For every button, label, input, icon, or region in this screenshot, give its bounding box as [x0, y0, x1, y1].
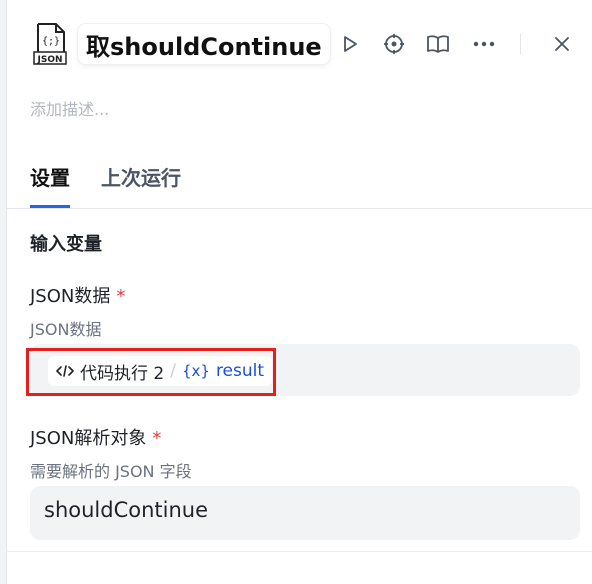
required-mark: *	[152, 428, 162, 449]
node-icon-label: JSON	[36, 55, 62, 65]
docs-button[interactable]	[424, 30, 452, 58]
svg-text:{;}: {;}	[42, 36, 60, 47]
section-divider	[6, 551, 592, 552]
book-open-icon	[427, 35, 449, 53]
reference-variable-name: result	[215, 361, 265, 381]
variable-reference-chip[interactable]: 代码执行 2 / {x} result	[48, 356, 273, 386]
json-parse-target-input[interactable]: shouldContinue	[30, 486, 580, 540]
tab-last-run[interactable]: 上次运行	[101, 162, 181, 208]
input-value: shouldContinue	[44, 498, 209, 522]
crosshair-icon	[384, 34, 404, 54]
required-mark: *	[116, 286, 126, 307]
json-data-label: JSON数据 *	[30, 282, 125, 308]
close-icon	[555, 37, 569, 51]
variable-icon: {x}	[181, 362, 210, 380]
field-label-text: JSON数据	[30, 286, 111, 307]
more-icon	[473, 41, 495, 47]
node-settings-panel: {;} JSON 取shouldContinue 添加描述... 设置 上次运行…	[6, 0, 592, 584]
code-icon	[56, 365, 74, 377]
input-variables-heading: 输入变量	[30, 234, 102, 255]
locate-button[interactable]	[380, 30, 408, 58]
node-title[interactable]: 取shouldContinue	[78, 24, 330, 64]
reference-separator: /	[170, 361, 176, 381]
json-node-icon: {;} JSON	[30, 22, 70, 66]
close-button[interactable]	[548, 30, 576, 58]
more-button[interactable]	[470, 30, 498, 58]
reference-source-node: 代码执行 2	[80, 363, 165, 384]
play-icon	[344, 36, 357, 52]
json-data-description: JSON数据	[30, 320, 102, 339]
panel-header: {;} JSON 取shouldContinue	[6, 18, 592, 74]
json-parse-target-description: 需要解析的 JSON 字段	[30, 462, 192, 481]
tab-settings[interactable]: 设置	[30, 162, 70, 208]
tab-bar: 设置 上次运行	[6, 158, 592, 209]
json-parse-target-label: JSON解析对象 *	[30, 424, 161, 450]
field-label-text: JSON解析对象	[30, 428, 147, 449]
description-input[interactable]: 添加描述...	[30, 96, 109, 120]
header-divider	[520, 34, 521, 54]
run-button[interactable]	[336, 30, 364, 58]
